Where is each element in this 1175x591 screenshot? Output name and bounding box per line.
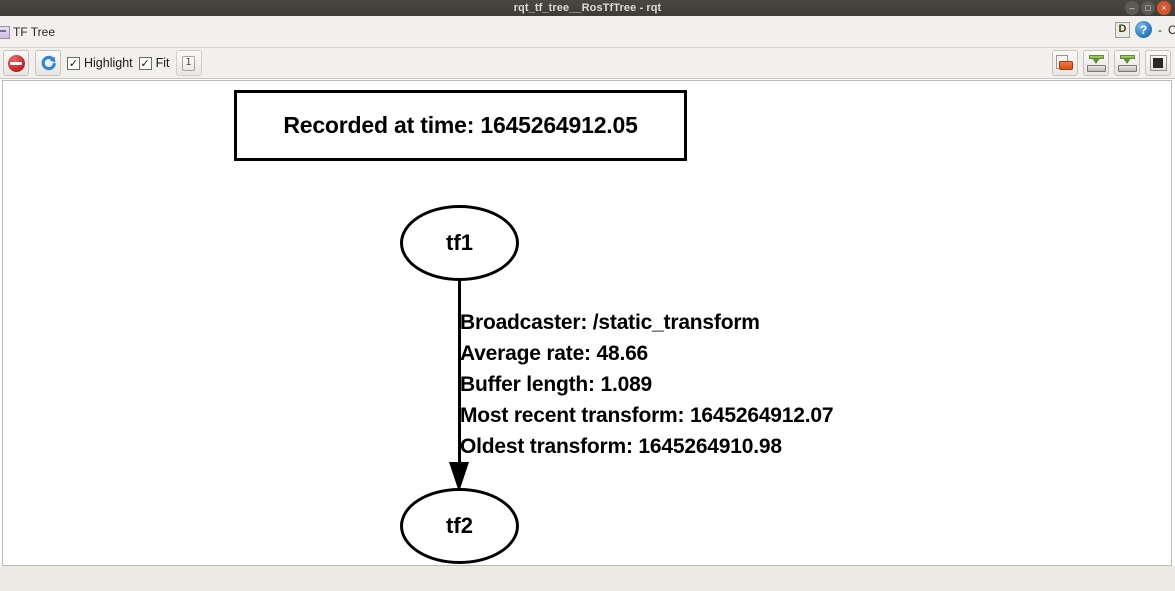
plugin-toolbar: ✓ Highlight ✓ Fit 1 bbox=[0, 48, 1175, 79]
load-dot-button[interactable] bbox=[1052, 50, 1078, 76]
minimize-button[interactable]: – bbox=[1125, 1, 1139, 15]
edge-label-most-recent-transform: Most recent transform: 1645264912.07 bbox=[460, 404, 834, 427]
refresh-button[interactable] bbox=[35, 50, 61, 76]
save-raw-button[interactable] bbox=[1145, 50, 1171, 76]
trailing-label: C bbox=[1168, 22, 1175, 37]
recorded-time-box: Recorded at time: 1645264912.05 bbox=[234, 90, 687, 161]
graph-node-tf2[interactable]: tf2 bbox=[400, 488, 519, 564]
maximize-button[interactable]: □ bbox=[1141, 1, 1155, 15]
dock-letter-badge[interactable]: D bbox=[1115, 21, 1130, 38]
fit-checkbox-box[interactable]: ✓ bbox=[138, 56, 152, 70]
plugin-icon bbox=[0, 25, 10, 39]
toolbar-right-group bbox=[1052, 50, 1171, 76]
refresh-icon bbox=[40, 55, 57, 72]
help-icon[interactable]: ? bbox=[1135, 21, 1152, 38]
fit-checkbox-label: Fit bbox=[155, 56, 170, 70]
folder-open-icon bbox=[1056, 55, 1074, 71]
save-disk-icon bbox=[1117, 54, 1137, 72]
highlight-checkbox-box[interactable]: ✓ bbox=[67, 56, 80, 70]
fit-checkbox[interactable]: ✓ Fit bbox=[138, 56, 170, 70]
zoom-one-to-one-button[interactable]: 1 bbox=[175, 50, 202, 76]
recorded-time-text: Recorded at time: 1645264912.05 bbox=[283, 112, 638, 138]
edge-label-broadcaster: Broadcaster: /static_transform bbox=[460, 311, 760, 334]
save-disk-icon bbox=[1086, 54, 1106, 72]
graph-node-label: tf1 bbox=[446, 230, 473, 255]
tf-tree-graph-canvas[interactable]: Recorded at time: 1645264912.05 tf1 Broa… bbox=[2, 80, 1172, 566]
window-titlebar[interactable]: rqt_tf_tree__RosTfTree - rqt – □ × bbox=[0, 0, 1175, 16]
window-controls: – □ × bbox=[1125, 1, 1171, 15]
stop-icon bbox=[7, 54, 25, 72]
save-dot-button[interactable] bbox=[1083, 50, 1109, 76]
toolbar-left-group: ✓ Highlight ✓ Fit 1 bbox=[3, 50, 202, 76]
save-image-button[interactable] bbox=[1114, 50, 1140, 76]
graph-node-label: tf2 bbox=[446, 513, 473, 538]
graph-edge-label: Broadcaster: /static_transform Average r… bbox=[460, 307, 834, 462]
window-title: rqt_tf_tree__RosTfTree - rqt bbox=[513, 2, 662, 14]
plugin-tab-label: TF Tree bbox=[13, 25, 56, 39]
plugin-tab-tf-tree[interactable]: TF Tree bbox=[0, 20, 55, 44]
dock-widget-controls: D ? - C bbox=[1115, 21, 1175, 38]
filled-square-icon bbox=[1149, 55, 1167, 71]
stop-button[interactable] bbox=[3, 50, 29, 76]
highlight-checkbox[interactable]: ✓ Highlight bbox=[67, 56, 133, 70]
separator-dash: - bbox=[1158, 22, 1162, 37]
close-button[interactable]: × bbox=[1157, 1, 1171, 15]
highlight-checkbox-label: Highlight bbox=[84, 56, 133, 70]
zoom-one-icon: 1 bbox=[182, 55, 196, 71]
graph-node-tf1[interactable]: tf1 bbox=[400, 205, 519, 281]
plugin-header-bar: TF Tree D ? - C bbox=[0, 16, 1175, 48]
edge-label-buffer-length: Buffer length: 1.089 bbox=[460, 373, 653, 396]
edge-label-average-rate: Average rate: 48.66 bbox=[460, 342, 649, 365]
edge-label-oldest-transform: Oldest transform: 1645264910.98 bbox=[460, 435, 782, 458]
window-bottom-strip bbox=[0, 566, 1175, 591]
